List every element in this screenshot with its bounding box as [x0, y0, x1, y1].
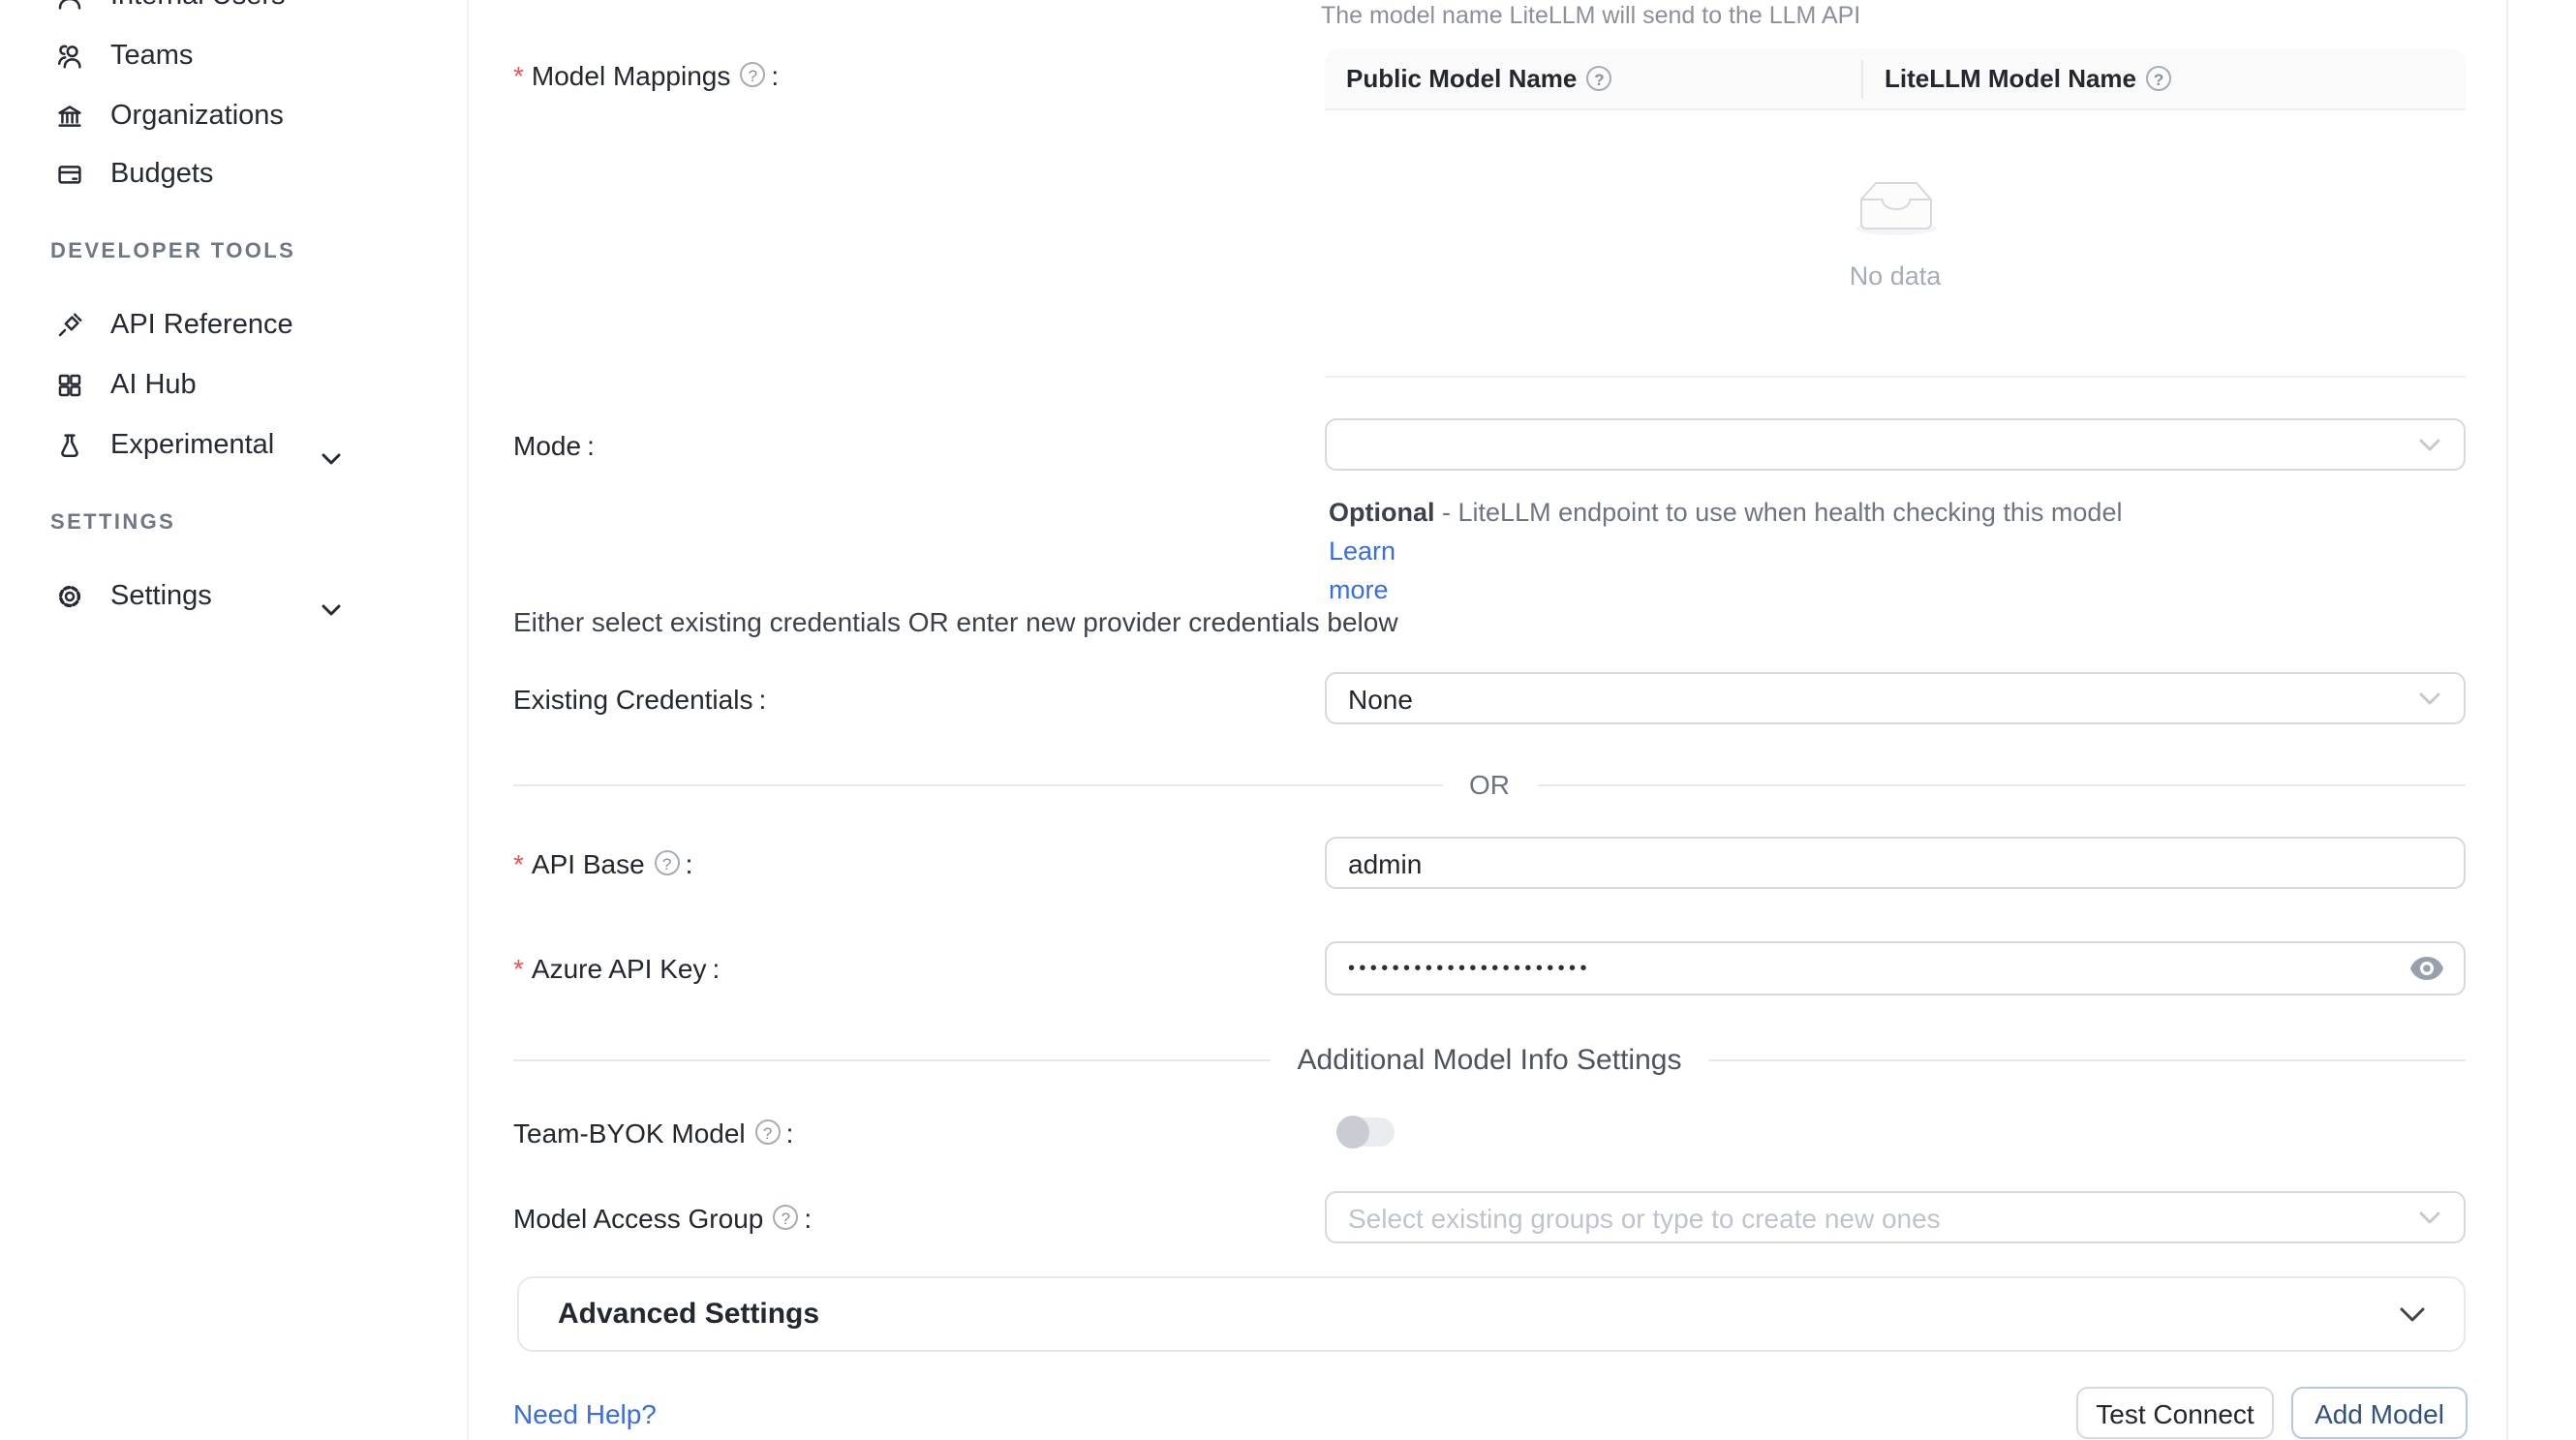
sidebar-item-ai-hub[interactable]: AI Hub: [0, 356, 469, 414]
api-base-label: * API Base ? :: [513, 837, 692, 889]
chevron-down-icon: [2419, 438, 2440, 451]
no-data-text: No data: [1325, 261, 2466, 291]
api-plug-icon: [56, 312, 83, 339]
advanced-settings-panel[interactable]: Advanced Settings: [517, 1276, 2466, 1352]
credentials-note: Either select existing credentials OR en…: [513, 606, 1398, 637]
sidebar-section-settings: SETTINGS: [50, 511, 175, 535]
help-question-icon[interactable]: ?: [1586, 66, 1611, 91]
azure-api-key-input[interactable]: [1327, 958, 2464, 979]
credit-card-icon: [56, 161, 83, 188]
add-model-button[interactable]: Add Model: [2291, 1387, 2468, 1439]
api-base-input[interactable]: [1327, 847, 2464, 878]
empty-inbox-icon: [1851, 174, 1940, 236]
sidebar-item-experimental[interactable]: Experimental: [0, 416, 469, 475]
required-asterisk: *: [513, 59, 524, 90]
model-name-description: The model name LiteLLM will send to the …: [1321, 2, 1860, 29]
help-question-icon[interactable]: ?: [740, 62, 765, 87]
model-mappings-label: * Model Mappings ? :: [513, 48, 779, 101]
mode-label: Mode :: [513, 418, 595, 471]
column-header-public-model-name: Public Model Name ?: [1325, 64, 1861, 93]
or-divider-text: OR: [1442, 769, 1537, 800]
sidebar-section-developer-tools: DEVELOPER TOOLS: [50, 240, 295, 263]
sidebar-item-api-reference[interactable]: API Reference: [0, 296, 469, 354]
additional-info-divider: Additional Model Info Settings: [513, 1042, 2466, 1077]
advanced-settings-title: Advanced Settings: [558, 1298, 2400, 1331]
mode-select[interactable]: [1325, 418, 2466, 471]
model-mappings-table-header: Public Model Name ? LiteLLM Model Name ?: [1325, 48, 2466, 110]
chevron-down-icon: [322, 440, 341, 475]
sidebar-item-label: Internal Users: [110, 0, 286, 12]
sidebar-item-settings[interactable]: Settings: [0, 567, 469, 626]
chevron-down-icon: [2400, 1306, 2425, 1322]
column-header-litellm-model-name: LiteLLM Model Name ?: [1863, 64, 2171, 93]
additional-info-divider-text: Additional Model Info Settings: [1271, 1043, 1709, 1076]
toggle-knob: [1336, 1116, 1369, 1149]
chevron-down-icon: [322, 591, 341, 626]
appstore-icon: [56, 372, 83, 399]
table-bottom-border: [1325, 376, 2466, 378]
sidebar-item-label: Experimental: [110, 430, 274, 461]
sidebar-item-budgets[interactable]: Budgets: [0, 145, 469, 203]
chevron-down-icon: [2419, 1210, 2440, 1224]
team-byok-toggle[interactable]: [1338, 1118, 1395, 1147]
existing-credentials-label: Existing Credentials :: [513, 672, 766, 724]
sidebar: Internal Users Teams Organizations Budge…: [0, 0, 469, 1440]
gear-icon: [56, 583, 83, 610]
model-access-group-label: Model Access Group ? :: [513, 1191, 812, 1243]
content-right-edge: [2506, 0, 2508, 1440]
sidebar-item-internal-users[interactable]: Internal Users: [0, 0, 469, 25]
azure-api-key-field: [1325, 941, 2466, 996]
page: Internal Users Teams Organizations Budge…: [0, 0, 2576, 1440]
help-question-icon[interactable]: ?: [655, 850, 680, 875]
sidebar-item-label: AI Hub: [110, 370, 197, 401]
help-question-icon[interactable]: ?: [773, 1205, 798, 1230]
sidebar-item-label: Organizations: [110, 101, 284, 132]
existing-credentials-select[interactable]: None: [1325, 672, 2466, 724]
chevron-down-icon: [2419, 691, 2440, 705]
sidebar-item-teams[interactable]: Teams: [0, 27, 469, 85]
help-question-icon[interactable]: ?: [2146, 66, 2171, 91]
required-asterisk: *: [513, 953, 524, 984]
required-asterisk: *: [513, 847, 524, 878]
sidebar-item-organizations[interactable]: Organizations: [0, 87, 469, 145]
sidebar-item-label: Teams: [110, 41, 193, 72]
learn-more-link[interactable]: Learnmore: [1329, 536, 1395, 604]
api-base-field: [1325, 837, 2466, 889]
experiment-flask-icon: [56, 432, 83, 459]
model-access-group-select[interactable]: Select existing groups or type to create…: [1325, 1191, 2466, 1243]
team-icon: [56, 43, 83, 70]
sidebar-item-label: API Reference: [110, 310, 293, 341]
table-empty-state: No data: [1325, 174, 2466, 291]
sidebar-item-label: Settings: [110, 581, 212, 612]
sidebar-item-label: Budgets: [110, 159, 213, 190]
mode-helper-text: Optional - LiteLLM endpoint to use when …: [1329, 494, 2165, 610]
or-divider: OR: [513, 769, 2466, 800]
bank-icon: [56, 103, 83, 130]
user-icon: [56, 0, 83, 10]
team-byok-label: Team-BYOK Model ? :: [513, 1106, 793, 1158]
azure-api-key-label: * Azure API Key :: [513, 941, 720, 996]
need-help-link[interactable]: Need Help?: [513, 1398, 657, 1429]
model-access-group-placeholder: Select existing groups or type to create…: [1327, 1202, 1941, 1233]
test-connect-button[interactable]: Test Connect: [2076, 1387, 2274, 1439]
help-question-icon[interactable]: ?: [755, 1119, 781, 1145]
eye-icon[interactable]: [2409, 956, 2444, 981]
